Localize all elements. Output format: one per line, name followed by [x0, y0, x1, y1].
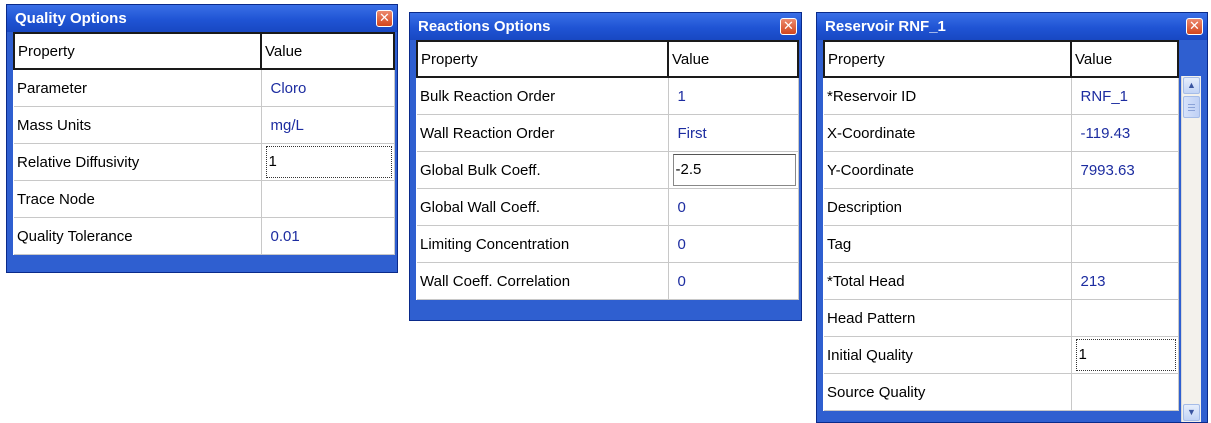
quality-options-titlebar[interactable]: Quality Options: [7, 5, 397, 32]
table-row[interactable]: Description: [824, 188, 1179, 226]
reactions-options-titlebar[interactable]: Reactions Options: [410, 13, 801, 40]
table-row[interactable]: *Total Head 213: [824, 262, 1179, 300]
property-value[interactable]: 0: [668, 262, 799, 300]
property-name: Global Bulk Coeff.: [417, 151, 669, 189]
quality-property-grid: Property Value Parameter Cloro Mass Unit…: [13, 32, 395, 255]
property-name: Tag: [824, 225, 1072, 263]
property-name: *Total Head: [824, 262, 1072, 300]
table-row[interactable]: Quality Tolerance 0.01: [14, 217, 395, 255]
global-bulk-coeff-input[interactable]: -2.5: [672, 154, 796, 186]
property-name: X-Coordinate: [824, 114, 1072, 152]
property-column-header[interactable]: Property: [13, 32, 262, 70]
property-name: Y-Coordinate: [824, 151, 1072, 189]
table-row[interactable]: Parameter Cloro: [14, 69, 395, 107]
property-value[interactable]: 0.01: [261, 217, 395, 255]
grid-header-row: Property Value: [13, 32, 395, 70]
scroll-down-arrow-icon[interactable]: ▼: [1183, 404, 1200, 421]
initial-quality-input[interactable]: 1: [1075, 339, 1176, 371]
property-name: Wall Reaction Order: [417, 114, 669, 152]
property-name: Bulk Reaction Order: [417, 77, 669, 115]
table-row[interactable]: Wall Reaction Order First: [417, 114, 799, 152]
table-row[interactable]: Bulk Reaction Order 1: [417, 77, 799, 115]
property-value[interactable]: RNF_1: [1071, 77, 1179, 115]
quality-options-window: Quality Options ✕ Property Value Paramet…: [6, 4, 398, 273]
close-icon[interactable]: ✕: [780, 18, 797, 35]
table-row[interactable]: Y-Coordinate 7993.63: [824, 151, 1179, 189]
property-name: Trace Node: [14, 180, 262, 218]
table-row[interactable]: *Reservoir ID RNF_1: [824, 77, 1179, 115]
grid-header-row: Property Value: [416, 40, 799, 78]
property-name: Global Wall Coeff.: [417, 188, 669, 226]
property-value-editor[interactable]: 1: [1071, 336, 1179, 374]
property-column-header[interactable]: Property: [416, 40, 669, 78]
property-value[interactable]: 0: [668, 188, 799, 226]
window-title: Reactions Options: [418, 18, 551, 35]
property-value[interactable]: [1071, 188, 1179, 226]
property-name: *Reservoir ID: [824, 77, 1072, 115]
relative-diffusivity-input[interactable]: 1: [265, 146, 392, 178]
property-value[interactable]: [261, 180, 395, 218]
property-name: Wall Coeff. Correlation: [417, 262, 669, 300]
property-name: Mass Units: [14, 106, 262, 144]
property-value[interactable]: 7993.63: [1071, 151, 1179, 189]
table-row[interactable]: Global Wall Coeff. 0: [417, 188, 799, 226]
table-row[interactable]: Global Bulk Coeff. -2.5: [417, 151, 799, 189]
value-column-header[interactable]: Value: [1070, 40, 1179, 78]
property-value[interactable]: 1: [668, 77, 799, 115]
property-name: Quality Tolerance: [14, 217, 262, 255]
property-name: Relative Diffusivity: [14, 143, 262, 181]
table-row[interactable]: Relative Diffusivity 1: [14, 143, 395, 181]
property-value[interactable]: 0: [668, 225, 799, 263]
close-icon[interactable]: ✕: [376, 10, 393, 27]
table-row[interactable]: Wall Coeff. Correlation 0: [417, 262, 799, 300]
property-name: Limiting Concentration: [417, 225, 669, 263]
close-icon[interactable]: ✕: [1186, 18, 1203, 35]
property-column-header[interactable]: Property: [823, 40, 1072, 78]
property-name: Initial Quality: [824, 336, 1072, 374]
window-title: Quality Options: [15, 10, 127, 27]
reservoir-property-grid: Property Value *Reservoir ID RNF_1 X-Coo…: [823, 40, 1179, 411]
property-value-editor[interactable]: 1: [261, 143, 395, 181]
property-name: Parameter: [14, 69, 262, 107]
table-row[interactable]: Initial Quality 1: [824, 336, 1179, 374]
property-value[interactable]: Cloro: [261, 69, 395, 107]
reactions-property-grid: Property Value Bulk Reaction Order 1 Wal…: [416, 40, 799, 300]
table-row[interactable]: Tag: [824, 225, 1179, 263]
property-value[interactable]: -119.43: [1071, 114, 1179, 152]
property-name: Head Pattern: [824, 299, 1072, 337]
value-column-header[interactable]: Value: [667, 40, 799, 78]
property-value[interactable]: 213: [1071, 262, 1179, 300]
property-value[interactable]: First: [668, 114, 799, 152]
table-row[interactable]: Trace Node: [14, 180, 395, 218]
reservoir-properties-titlebar[interactable]: Reservoir RNF_1: [817, 13, 1207, 40]
property-value[interactable]: [1071, 299, 1179, 337]
property-value-editor[interactable]: -2.5: [668, 151, 799, 189]
table-row[interactable]: X-Coordinate -119.43: [824, 114, 1179, 152]
value-column-header[interactable]: Value: [260, 32, 395, 70]
property-value[interactable]: [1071, 225, 1179, 263]
property-value[interactable]: [1071, 373, 1179, 411]
scroll-up-arrow-icon[interactable]: ▲: [1183, 77, 1200, 94]
grid-header-row: Property Value: [823, 40, 1179, 78]
reservoir-properties-window: Reservoir RNF_1 ✕ Property Value *Reserv…: [816, 12, 1208, 423]
window-title: Reservoir RNF_1: [825, 18, 946, 35]
table-row[interactable]: Source Quality: [824, 373, 1179, 411]
property-name: Source Quality: [824, 373, 1072, 411]
reactions-options-window: Reactions Options ✕ Property Value Bulk …: [409, 12, 802, 321]
property-value[interactable]: mg/L: [261, 106, 395, 144]
vertical-scrollbar[interactable]: ▲ ▼: [1181, 76, 1201, 422]
table-row[interactable]: Limiting Concentration 0: [417, 225, 799, 263]
table-row[interactable]: Mass Units mg/L: [14, 106, 395, 144]
property-name: Description: [824, 188, 1072, 226]
scrollbar-thumb[interactable]: [1183, 96, 1200, 118]
table-row[interactable]: Head Pattern: [824, 299, 1179, 337]
